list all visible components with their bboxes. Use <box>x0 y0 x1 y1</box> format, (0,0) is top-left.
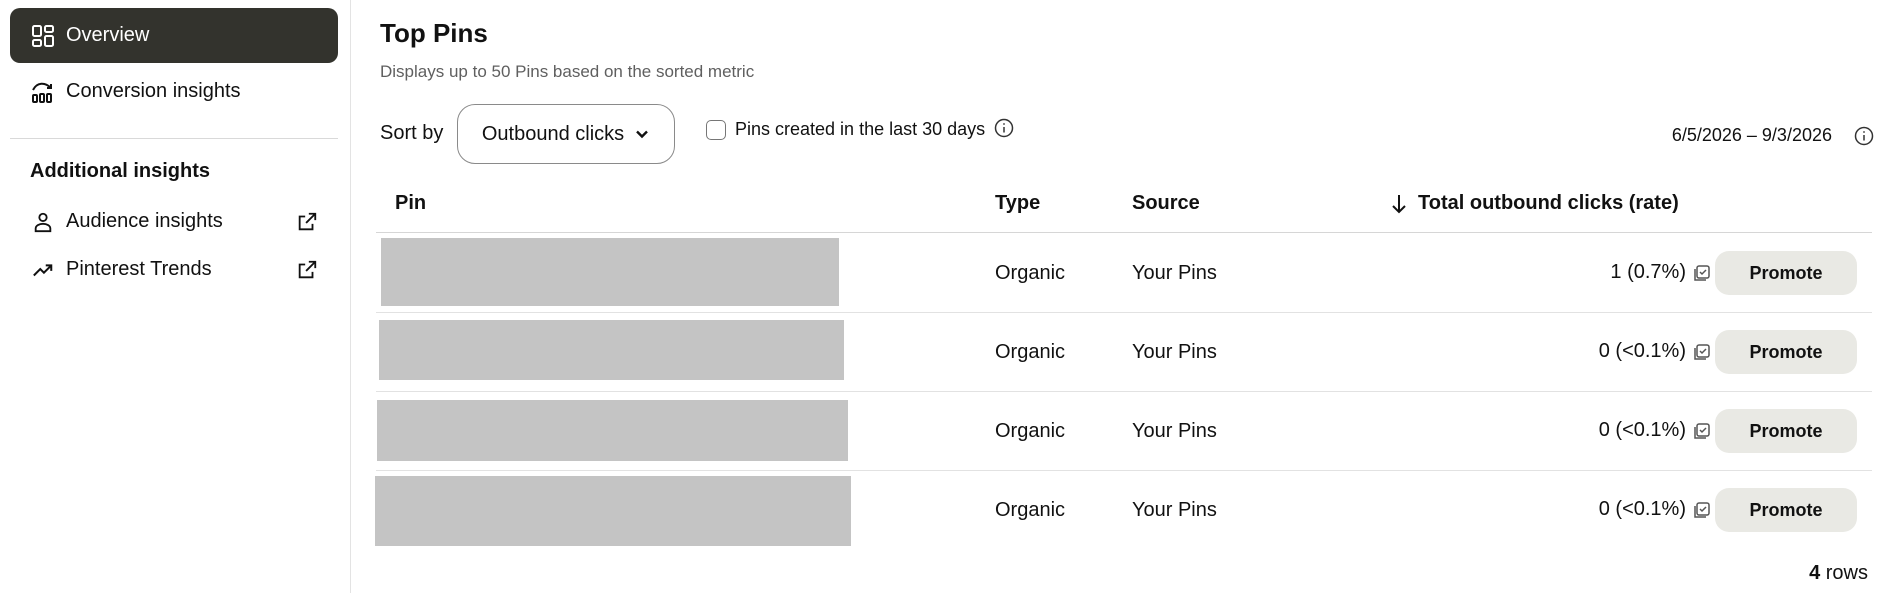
promote-button[interactable]: Promote <box>1715 409 1857 453</box>
sidebar-item-label: Pinterest Trends <box>66 258 212 280</box>
sidebar-item-label: Overview <box>66 24 150 46</box>
sidebar: Overview Conversion insights Additional … <box>0 0 351 593</box>
recent-pins-checkbox-label: Pins created in the last 30 days <box>735 119 986 139</box>
row-divider <box>376 391 1872 392</box>
row-type: Organic <box>995 341 1066 363</box>
row-metric: 0 (<0.1%) <box>1599 419 1712 442</box>
sidebar-item-label: Conversion insights <box>66 80 241 102</box>
row-metric-value: 0 (<0.1%) <box>1598 419 1686 441</box>
page-title: Top Pins <box>380 18 488 48</box>
row-source: Your Pins <box>1132 499 1217 521</box>
row-source: Your Pins <box>1132 420 1217 442</box>
column-header-source: Source <box>1132 192 1200 214</box>
sort-dropdown-value: Outbound clicks <box>481 122 625 145</box>
pin-thumbnail[interactable] <box>377 400 848 461</box>
table-header-divider <box>376 232 1872 233</box>
row-metric: 0 (<0.1%) <box>1599 340 1712 363</box>
row-metric-value: 0 (<0.1%) <box>1598 498 1686 520</box>
column-header-label: Total outbound clicks (rate) <box>1418 192 1679 214</box>
row-metric: 1 (0.7%) <box>1610 261 1712 284</box>
recent-pins-checkbox[interactable] <box>706 120 726 140</box>
column-header-outbound-clicks[interactable]: Total outbound clicks (rate) <box>1390 192 1679 215</box>
row-metric: 0 (<0.1%) <box>1599 498 1712 521</box>
info-icon[interactable] <box>994 118 1014 138</box>
row-source: Your Pins <box>1132 262 1217 284</box>
copy-icon[interactable] <box>1692 421 1712 441</box>
sort-label: Sort by <box>380 122 444 144</box>
sidebar-item-label: Audience insights <box>66 210 223 232</box>
dashboard-icon <box>30 23 56 49</box>
external-link-icon <box>296 259 318 281</box>
column-header-type: Type <box>995 192 1041 214</box>
rows-count: 4 rows <box>1809 562 1868 585</box>
copy-icon[interactable] <box>1692 263 1712 283</box>
pin-thumbnail[interactable] <box>381 238 839 306</box>
conversion-chart-icon <box>30 79 56 105</box>
copy-icon[interactable] <box>1692 342 1712 362</box>
row-metric-value: 1 (0.7%) <box>1610 261 1686 283</box>
column-header-pin: Pin <box>395 192 427 214</box>
promote-button[interactable]: Promote <box>1715 330 1857 374</box>
sidebar-item-conversion-insights[interactable]: Conversion insights <box>10 64 338 119</box>
sort-dropdown[interactable]: Outbound clicks <box>457 104 675 164</box>
row-type: Organic <box>995 499 1066 521</box>
pin-thumbnail[interactable] <box>379 320 844 380</box>
sidebar-divider <box>10 138 338 139</box>
top-pins-panel: Top Pins Displays up to 50 Pins based on… <box>351 0 1884 593</box>
sidebar-section-title: Additional insights <box>30 160 210 182</box>
row-divider <box>376 312 1872 313</box>
row-metric-value: 0 (<0.1%) <box>1598 340 1686 362</box>
person-icon <box>30 209 56 235</box>
row-type: Organic <box>995 420 1066 442</box>
promote-button[interactable]: Promote <box>1715 251 1857 295</box>
sidebar-item-pinterest-trends[interactable]: Pinterest Trends <box>10 242 338 297</box>
external-link-icon <box>296 211 318 233</box>
rows-count-suffix: rows <box>1820 562 1868 584</box>
copy-icon[interactable] <box>1692 500 1712 520</box>
row-type: Organic <box>995 262 1066 284</box>
rows-count-number: 4 <box>1809 562 1821 584</box>
sidebar-item-audience-insights[interactable]: Audience insights <box>10 194 338 249</box>
pin-thumbnail[interactable] <box>375 476 851 546</box>
trend-arrow-icon <box>30 257 56 283</box>
sidebar-item-overview[interactable]: Overview <box>10 8 338 63</box>
promote-button[interactable]: Promote <box>1715 488 1857 532</box>
arrow-down-icon <box>1392 194 1406 213</box>
row-source: Your Pins <box>1132 341 1217 363</box>
chevron-down-icon <box>636 130 648 139</box>
page-subtitle: Displays up to 50 Pins based on the sort… <box>380 62 755 81</box>
info-icon[interactable] <box>1854 126 1874 146</box>
row-divider <box>376 470 1872 471</box>
date-range[interactable]: 6/5/2026 – 9/3/2026 <box>1672 125 1832 146</box>
